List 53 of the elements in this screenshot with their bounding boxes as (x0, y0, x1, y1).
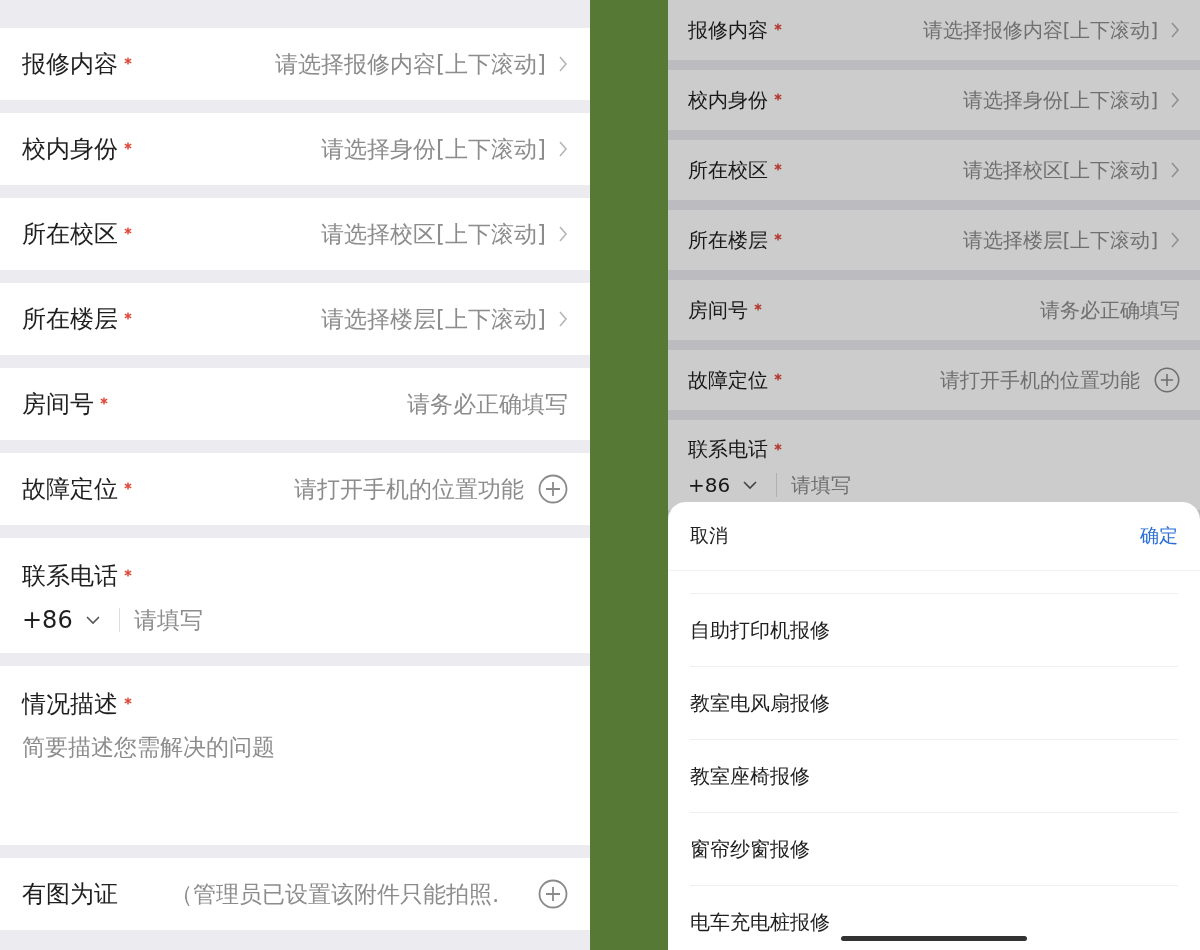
description-input[interactable]: 简要描述您需解决的问题 (0, 720, 590, 845)
field-label: 报修内容 (22, 49, 118, 80)
location-hint: 请打开手机的位置功能 (294, 474, 524, 504)
country-code[interactable]: +86 (688, 473, 731, 497)
chevron-right-icon (1170, 21, 1180, 39)
phone-input[interactable]: 请填写 (791, 473, 992, 497)
field-label: 所在楼层 (688, 226, 768, 254)
field-label: 联系电话 (22, 561, 118, 592)
cancel-button[interactable]: 取消 (690, 523, 728, 549)
chevron-down-icon[interactable] (84, 615, 101, 625)
chevron-right-icon (558, 55, 568, 73)
room-input[interactable]: 请务必正确填写 (920, 298, 1180, 322)
plus-circle-icon[interactable] (1154, 367, 1180, 393)
picker-option[interactable]: 教室电风扇报修 (690, 667, 1178, 740)
select-placeholder[interactable]: 请选择身份[上下滚动] (321, 133, 546, 165)
select-placeholder[interactable]: 请选择报修内容[上下滚动] (922, 16, 1158, 44)
field-label: 房间号 (22, 389, 94, 420)
chevron-down-icon[interactable] (742, 480, 759, 490)
field-label: 所在校区 (688, 156, 768, 184)
chevron-right-icon (1170, 231, 1180, 249)
plus-circle-icon[interactable] (538, 879, 568, 909)
picker-option[interactable]: 自助打印机报修 (690, 594, 1178, 667)
picker-option[interactable]: 窗帘纱窗报修 (690, 813, 1178, 886)
picker-option[interactable]: 教室座椅报修 (690, 740, 1178, 813)
field-label: 校内身份 (22, 134, 118, 165)
field-label: 所在校区 (22, 219, 118, 250)
upload-hint: （管理员已设置该附件只能拍照. (170, 879, 500, 909)
field-label: 报修内容 (688, 16, 768, 44)
select-placeholder[interactable]: 请选择楼层[上下滚动] (321, 303, 546, 335)
select-placeholder[interactable]: 请选择报修内容[上下滚动] (275, 48, 546, 80)
select-placeholder[interactable]: 请选择身份[上下滚动] (962, 86, 1158, 114)
field-label: 情况描述 (22, 689, 118, 720)
country-code[interactable]: +86 (22, 606, 73, 634)
select-placeholder[interactable]: 请选择校区[上下滚动] (962, 156, 1158, 184)
field-label: 联系电话 (688, 436, 768, 463)
field-label: 所在楼层 (22, 304, 118, 335)
location-hint: 请打开手机的位置功能 (940, 367, 1140, 394)
select-placeholder[interactable]: 请选择校区[上下滚动] (321, 218, 546, 250)
chevron-right-icon (1170, 91, 1180, 109)
chevron-right-icon (558, 140, 568, 158)
confirm-button[interactable]: 确定 (1140, 523, 1178, 549)
field-label: 有图为证 (22, 879, 118, 910)
field-label: 校内身份 (688, 86, 768, 114)
select-placeholder[interactable]: 请选择楼层[上下滚动] (962, 226, 1158, 254)
chevron-right-icon (558, 310, 568, 328)
chevron-right-icon (558, 225, 568, 243)
field-label: 故障定位 (22, 474, 118, 505)
room-input[interactable]: 请务必正确填写 (308, 391, 568, 417)
field-label: 故障定位 (688, 366, 768, 394)
plus-circle-icon[interactable] (538, 474, 568, 504)
phone-input[interactable]: 请填写 (133, 607, 334, 633)
field-label: 房间号 (688, 296, 748, 324)
chevron-right-icon (1170, 161, 1180, 179)
